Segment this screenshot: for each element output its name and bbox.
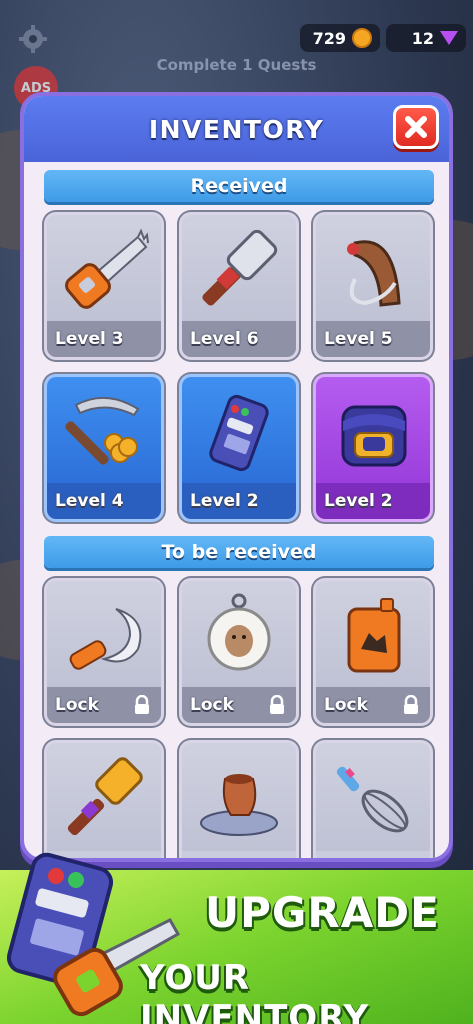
item-level-label: Level 3 [47,321,161,357]
item-card-sickle[interactable]: Lock [44,578,164,726]
coin-counter[interactable]: 729 [300,24,380,52]
item-card-remote[interactable]: Level 2 [179,374,299,522]
item-card-sheep[interactable]: Lock [179,578,299,726]
pottery-wheel-icon [200,774,278,836]
horn-icon [347,240,401,307]
item-art [182,743,296,851]
item-card-pickaxe[interactable]: Level 4 [44,374,164,522]
remote-control-icon [209,394,269,472]
coin-count: 729 [312,28,346,48]
lock-icon [135,695,149,714]
pickaxe-coins-icon [65,396,140,465]
section-received: Received [44,170,434,202]
sickle-icon [69,608,142,670]
promo-banner: UPGRADE YOUR INVENTORY [0,852,473,1024]
item-card-backpack[interactable]: Level 2 [313,374,433,522]
close-button[interactable] [393,105,439,149]
item-card-hammer[interactable]: Level 6 [179,212,299,360]
item-art [47,743,161,851]
mallet-icon [67,757,143,836]
item-art [316,743,430,851]
promo-subheadline: YOUR INVENTORY [140,958,370,1024]
sheep-keychain-icon [207,593,271,671]
close-x-icon [405,116,427,138]
top-bar: 729 12 [0,18,473,58]
gem-icon [440,31,458,45]
fuel-canister-icon [347,598,401,673]
gem-count: 12 [411,28,434,48]
whisk-icon [336,766,409,833]
backpack-icon [341,405,407,467]
item-art [316,377,430,485]
gear-icon[interactable] [18,24,48,54]
inventory-panel: INVENTORY Received Level 3 Level 6 Level… [20,92,453,862]
lock-icon [404,695,418,714]
promo-headline: UPGRADE [205,888,440,937]
item-art [182,377,296,485]
item-art [182,215,296,323]
panel-header: INVENTORY [24,96,449,162]
panel-body[interactable]: Received Level 3 Level 6 Level 5 Level 4… [24,162,449,858]
item-card-saw[interactable]: Level 3 [44,212,164,360]
saw-icon [65,228,149,309]
item-art [316,215,430,323]
gem-counter[interactable]: 12 [386,24,466,52]
hammer-icon [202,229,278,306]
panel-title: INVENTORY [148,114,325,144]
quest-label: Complete 1 Quests [156,56,317,74]
item-level-label: Level 2 [182,483,296,519]
item-art [47,377,161,485]
section-to-be-received: To be received [44,536,434,568]
item-art [316,581,430,689]
item-card-canister[interactable]: Lock [313,578,433,726]
item-art [182,581,296,689]
item-level-label: Level 6 [182,321,296,357]
item-art [47,215,161,323]
item-level-label: Level 4 [47,483,161,519]
item-level-label: Level 2 [316,483,430,519]
item-art [47,581,161,689]
item-level-label: Level 5 [316,321,430,357]
lock-icon [270,695,284,714]
coin-icon [352,28,372,48]
item-card-horn[interactable]: Level 5 [313,212,433,360]
item-card-whisk[interactable] [313,740,433,858]
